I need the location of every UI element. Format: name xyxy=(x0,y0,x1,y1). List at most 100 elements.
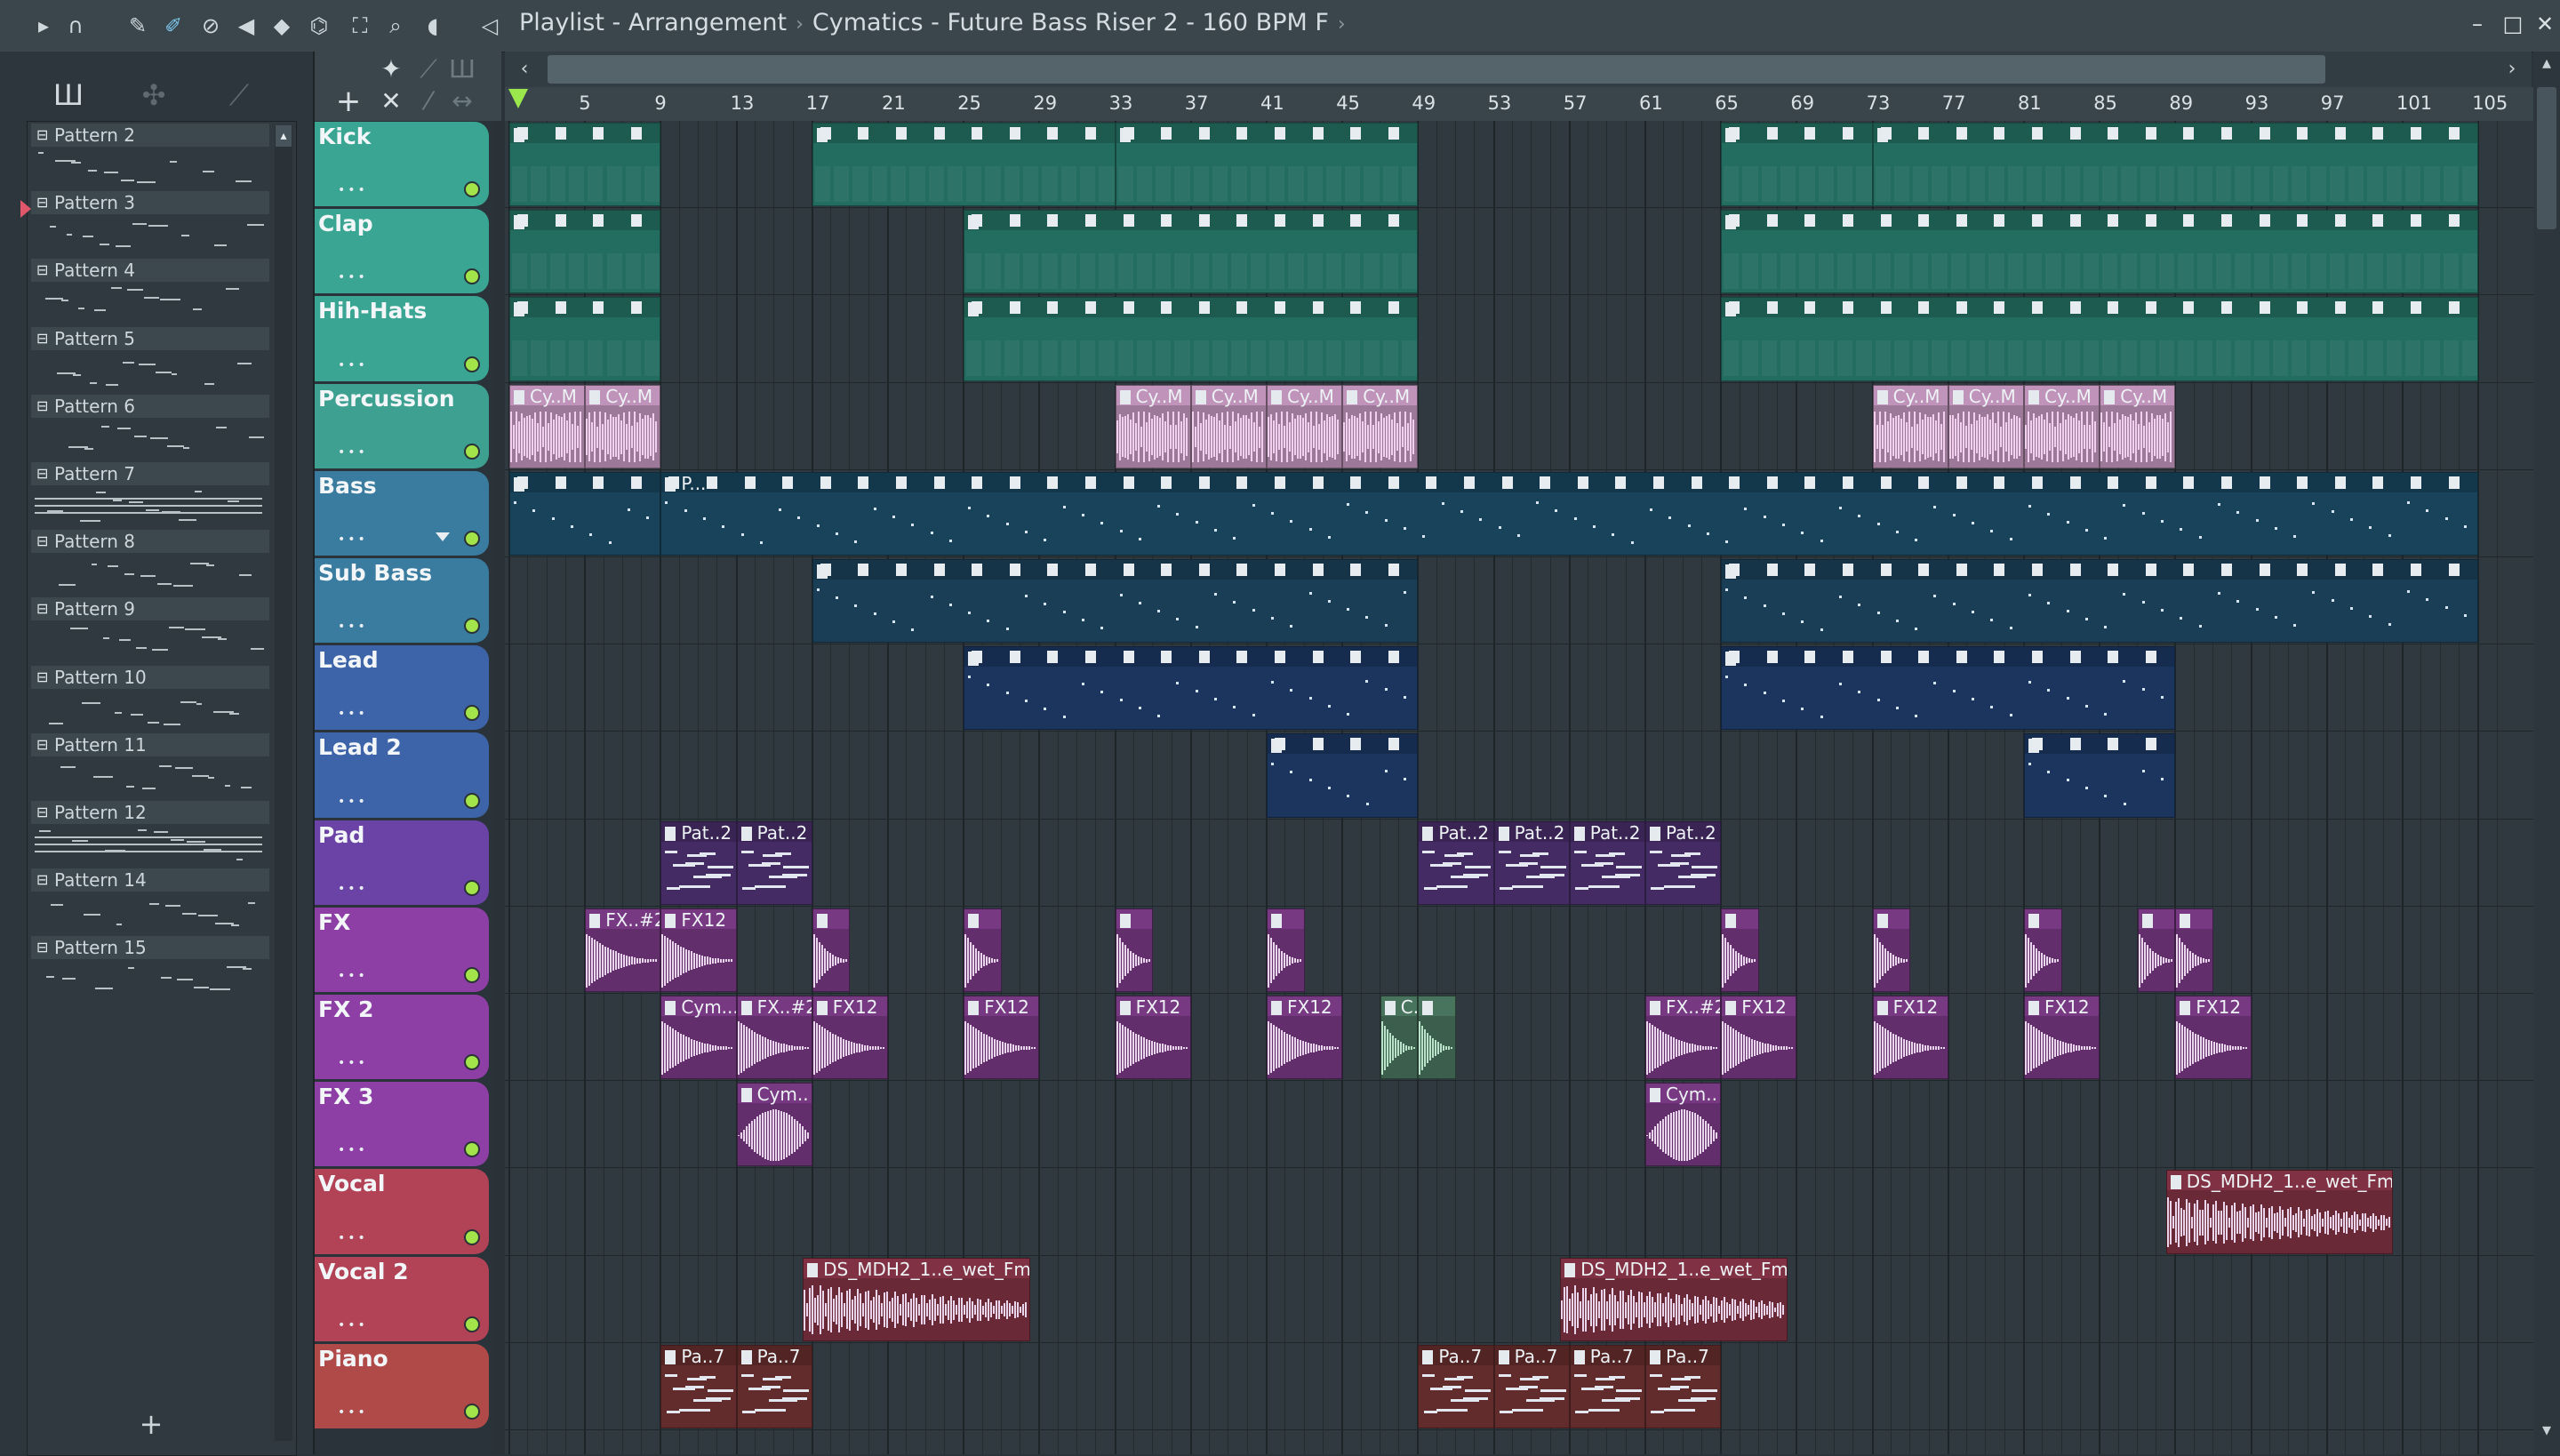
track-grip-icon[interactable]: ••• xyxy=(338,1318,368,1332)
track-grip-icon[interactable]: ••• xyxy=(338,270,368,284)
track-mute-led[interactable] xyxy=(464,443,480,460)
playlist-clip[interactable]: FX12 xyxy=(1872,996,1948,1080)
playlist-clip[interactable] xyxy=(964,908,1002,992)
clip-header[interactable]: Pa..7 xyxy=(737,1345,812,1367)
playlist-clip[interactable]: Pat..2 xyxy=(736,820,812,905)
clip-header[interactable]: Pat..2 xyxy=(1570,821,1644,844)
playlist-clip[interactable] xyxy=(1115,908,1154,992)
track-expand-icon[interactable] xyxy=(436,532,450,541)
track-grip-icon[interactable]: ••• xyxy=(338,1056,368,1070)
pattern-clip-icon[interactable]: Ш xyxy=(444,53,480,85)
pattern-item-header[interactable]: ⊟ Pattern 7 xyxy=(31,462,269,485)
playlist-clip[interactable]: Pa..7 xyxy=(660,1344,737,1428)
speaker-icon[interactable]: ◁ xyxy=(476,12,503,39)
clip-header[interactable]: Cy..M xyxy=(1268,385,1342,407)
clip-header[interactable] xyxy=(1873,908,1910,929)
project-name[interactable]: Cymatics - Future Bass Riser 2 - 160 BPM… xyxy=(812,9,1329,36)
automation-clip-icon[interactable]: ⟋ xyxy=(411,53,446,85)
track-mute-led[interactable] xyxy=(464,705,480,722)
automation-icon[interactable]: ⟋ xyxy=(217,73,261,117)
playlist-clip[interactable]: Cy..M xyxy=(1267,384,1343,468)
playlist-clip[interactable]: Pa..7 xyxy=(1493,1344,1570,1428)
clip-header[interactable] xyxy=(2138,908,2175,929)
playlist-clip[interactable]: Pat..2 xyxy=(1418,820,1494,905)
pattern-item[interactable]: ⊟ Pattern 2 xyxy=(31,124,269,191)
track-grip-icon[interactable]: ••• xyxy=(338,969,368,983)
playlist-clip[interactable]: Cy..M xyxy=(509,384,586,468)
clip-header[interactable] xyxy=(1722,298,2478,318)
playlist-clip[interactable] xyxy=(1721,210,2479,294)
playlist-clip[interactable] xyxy=(509,297,661,381)
playlist-clip[interactable] xyxy=(964,297,1419,381)
track-header[interactable]: Vocal 2 ••• xyxy=(315,1256,489,1341)
playlist-clip[interactable] xyxy=(1721,297,2479,381)
clip-header[interactable]: Pa..7 xyxy=(1646,1345,1721,1367)
clip-header[interactable] xyxy=(1722,908,1758,929)
clip-header[interactable]: Cym.. xyxy=(737,1084,812,1105)
track-mute-led[interactable] xyxy=(464,1403,480,1420)
pattern-item[interactable]: ⊟ Pattern 12 xyxy=(31,801,269,868)
slice-icon[interactable]: ⌬ xyxy=(306,12,332,39)
pattern-item[interactable]: ⊟ Pattern 15 xyxy=(31,936,269,1004)
clip-header[interactable]: FX..#2 xyxy=(1646,996,1721,1018)
track-grip-icon[interactable]: ••• xyxy=(338,532,368,547)
track-grip-icon[interactable]: ••• xyxy=(338,1231,368,1245)
track-header[interactable]: Sub Bass ••• xyxy=(315,558,489,644)
playlist-clip[interactable]: Pat..2 xyxy=(1569,820,1645,905)
clip-header[interactable] xyxy=(964,647,1418,668)
clip-header[interactable] xyxy=(1116,908,1153,929)
pattern-item-header[interactable]: ⊟ Pattern 11 xyxy=(31,732,269,756)
track-header[interactable]: Pad ••• xyxy=(315,820,489,905)
clip-header[interactable]: FX12 xyxy=(2025,996,2100,1018)
clip-header[interactable]: DS_MDH2_1..e_wet_Fmin xyxy=(2166,1171,2392,1192)
clip-header[interactable] xyxy=(812,908,850,929)
playhead-marker[interactable] xyxy=(508,89,528,108)
close-button[interactable]: ✕ xyxy=(2530,9,2560,39)
select-icon[interactable]: ⛶ xyxy=(347,12,373,39)
playlist-clip[interactable] xyxy=(812,559,1419,644)
pattern-item[interactable]: ⊟ Pattern 6 xyxy=(31,394,269,462)
playlist-clip[interactable]: Pa..7 xyxy=(736,1344,812,1428)
playlist-clip[interactable]: FX12 xyxy=(2175,996,2252,1080)
clip-header[interactable]: FX12 xyxy=(964,996,1039,1018)
delete-icon[interactable]: ⊘ xyxy=(197,12,224,39)
track-mute-led[interactable] xyxy=(464,792,480,809)
clip-header[interactable]: DS_MDH2_1..e_wet_Fmin xyxy=(804,1258,1029,1280)
pattern-item[interactable]: ⊟ Pattern 3 xyxy=(20,191,269,259)
playlist-clip[interactable]: Cy..M xyxy=(2024,384,2100,468)
clip-header[interactable] xyxy=(1722,211,2478,231)
playlist-clip[interactable]: Cy..M xyxy=(1872,384,1948,468)
playlist-clip[interactable] xyxy=(1418,996,1456,1080)
playlist-clip[interactable]: FX..#2 xyxy=(585,908,661,992)
playlist-clip[interactable]: Cy..M xyxy=(1342,384,1419,468)
pattern-item-header[interactable]: ⊟ Pattern 3 xyxy=(31,191,269,215)
clip-header[interactable] xyxy=(1722,560,2478,580)
playlist-clip[interactable]: Pat..2 xyxy=(1493,820,1570,905)
pattern-item[interactable]: ⊟ Pattern 4 xyxy=(31,259,269,326)
playlist-clip[interactable]: C.. xyxy=(1380,996,1419,1080)
pattern-item-header[interactable]: ⊟ Pattern 2 xyxy=(31,124,269,147)
track-mute-led[interactable] xyxy=(464,181,480,198)
pattern-item[interactable]: ⊟ Pattern 10 xyxy=(31,665,269,733)
clip-header[interactable]: DS_MDH2_1..e_wet_Fmin xyxy=(1561,1258,1787,1280)
track-mute-led[interactable] xyxy=(464,966,480,983)
track-header[interactable]: Piano ••• xyxy=(315,1343,489,1428)
track-header[interactable]: FX ••• xyxy=(315,907,489,992)
track-header[interactable]: Lead ••• xyxy=(315,645,489,731)
audio-clip-icon[interactable]: ✦ xyxy=(373,53,409,85)
track-header[interactable]: Percussion ••• xyxy=(315,383,489,468)
pencil-icon[interactable]: ✎ xyxy=(124,12,151,39)
playlist-clip[interactable]: Pa..7 xyxy=(1569,1344,1645,1428)
playlist-clip[interactable] xyxy=(812,908,851,992)
playlist-clip[interactable]: FX12 xyxy=(2024,996,2100,1080)
track-header[interactable]: Lead 2 ••• xyxy=(315,732,489,818)
clip-header[interactable] xyxy=(964,211,1418,231)
pattern-item[interactable]: ⊟ Pattern 9 xyxy=(31,597,269,665)
track-grip-icon[interactable]: ••• xyxy=(338,1405,368,1420)
playlist-clip[interactable]: DS_MDH2_1..e_wet_Fmin xyxy=(803,1257,1030,1341)
song-overview[interactable]: ‹ › xyxy=(505,52,2532,87)
playlist-clip[interactable] xyxy=(1267,733,1419,818)
track-grip-icon[interactable]: ••• xyxy=(338,707,368,721)
pattern-item-header[interactable]: ⊟ Pattern 14 xyxy=(31,868,269,892)
playlist-clip[interactable] xyxy=(1872,123,2479,207)
